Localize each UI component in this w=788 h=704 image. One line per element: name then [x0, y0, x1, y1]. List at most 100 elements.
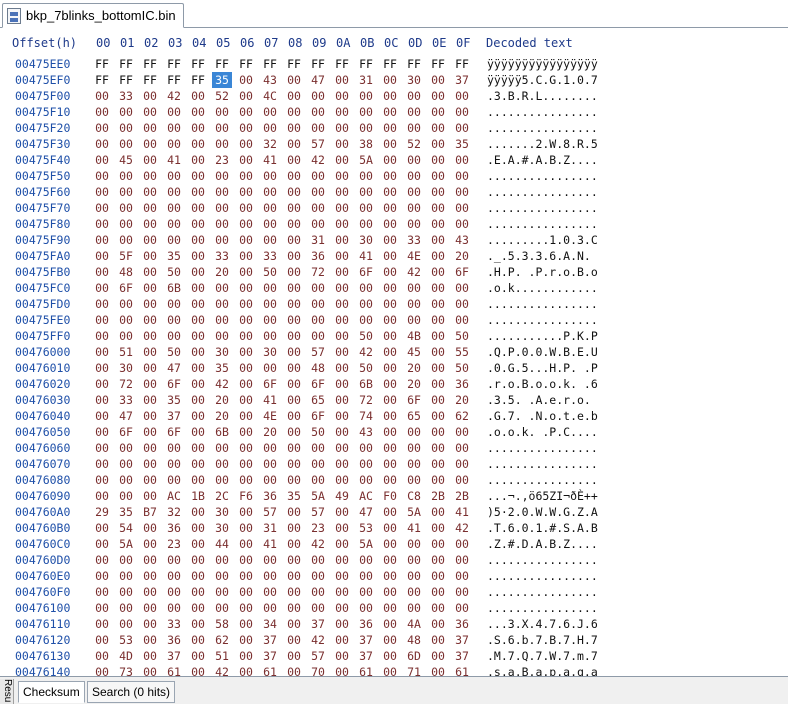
hex-byte[interactable]: 37: [452, 72, 472, 88]
hex-byte[interactable]: 00: [404, 552, 424, 568]
hex-byte[interactable]: 72: [116, 376, 136, 392]
decoded-text[interactable]: ................: [487, 568, 598, 584]
hex-byte[interactable]: 53: [116, 632, 136, 648]
hex-byte[interactable]: 00: [428, 520, 448, 536]
hex-byte[interactable]: 00: [188, 216, 208, 232]
hex-byte[interactable]: 00: [380, 616, 400, 632]
hex-byte[interactable]: 4C: [260, 88, 280, 104]
hex-byte[interactable]: 00: [380, 232, 400, 248]
hex-byte[interactable]: 00: [332, 248, 352, 264]
hex-byte[interactable]: 00: [164, 232, 184, 248]
hex-byte[interactable]: 00: [236, 376, 256, 392]
hex-byte[interactable]: 00: [380, 456, 400, 472]
hex-byte[interactable]: 00: [284, 584, 304, 600]
hex-byte[interactable]: 65: [308, 392, 328, 408]
hex-byte[interactable]: 20: [404, 360, 424, 376]
hex-byte[interactable]: 00: [92, 568, 112, 584]
hex-byte[interactable]: 6F: [308, 408, 328, 424]
hex-byte[interactable]: 00: [92, 472, 112, 488]
hex-byte[interactable]: 00: [188, 248, 208, 264]
hex-byte[interactable]: 00: [284, 408, 304, 424]
hex-byte[interactable]: 00: [116, 600, 136, 616]
hex-byte[interactable]: AC: [356, 488, 376, 504]
hex-byte[interactable]: 6B: [212, 424, 232, 440]
hex-byte[interactable]: 00: [260, 168, 280, 184]
hex-byte[interactable]: 58: [212, 616, 232, 632]
hex-byte[interactable]: 00: [428, 360, 448, 376]
hex-byte[interactable]: 00: [236, 568, 256, 584]
hex-byte[interactable]: 00: [140, 296, 160, 312]
hex-byte[interactable]: 00: [452, 120, 472, 136]
hex-byte[interactable]: 00: [212, 104, 232, 120]
hex-byte[interactable]: 36: [452, 616, 472, 632]
decoded-text[interactable]: .........1.0.3.C: [487, 232, 598, 248]
hex-byte[interactable]: AC: [164, 488, 184, 504]
hex-byte[interactable]: 00: [140, 584, 160, 600]
hex-byte[interactable]: 57: [308, 136, 328, 152]
hex-byte[interactable]: 00: [188, 376, 208, 392]
hex-byte[interactable]: 00: [284, 264, 304, 280]
hex-byte[interactable]: 00: [428, 424, 448, 440]
hex-byte[interactable]: 00: [260, 280, 280, 296]
hex-byte[interactable]: 37: [452, 648, 472, 664]
decoded-text[interactable]: .M.7.Q.7.W.7.m.7: [487, 648, 598, 664]
hex-byte[interactable]: 30: [356, 232, 376, 248]
hex-byte[interactable]: 00: [236, 408, 256, 424]
hex-byte[interactable]: 00: [404, 424, 424, 440]
hex-byte[interactable]: 00: [428, 632, 448, 648]
hex-byte[interactable]: 00: [188, 88, 208, 104]
hex-byte[interactable]: 71: [404, 664, 424, 676]
hex-byte[interactable]: 6F: [260, 376, 280, 392]
hex-byte[interactable]: 2C: [212, 488, 232, 504]
hex-byte[interactable]: 00: [332, 648, 352, 664]
hex-byte[interactable]: 6F: [164, 424, 184, 440]
hex-byte[interactable]: 62: [452, 408, 472, 424]
hex-byte[interactable]: 00: [164, 440, 184, 456]
hex-byte[interactable]: 00: [92, 520, 112, 536]
hex-byte[interactable]: 00: [164, 312, 184, 328]
hex-byte[interactable]: 00: [92, 184, 112, 200]
hex-byte[interactable]: 41: [356, 248, 376, 264]
hex-byte[interactable]: 00: [188, 472, 208, 488]
hex-byte[interactable]: 43: [452, 232, 472, 248]
hex-byte[interactable]: 00: [284, 280, 304, 296]
hex-byte[interactable]: 00: [380, 328, 400, 344]
hex-byte[interactable]: 41: [404, 520, 424, 536]
hex-byte[interactable]: 00: [92, 296, 112, 312]
hex-byte[interactable]: 44: [212, 536, 232, 552]
hex-byte[interactable]: 00: [236, 312, 256, 328]
hex-byte[interactable]: 00: [116, 136, 136, 152]
hex-byte[interactable]: 45: [404, 344, 424, 360]
hex-byte[interactable]: 2B: [428, 488, 448, 504]
hex-byte[interactable]: 00: [284, 504, 304, 520]
hex-byte[interactable]: 4B: [404, 328, 424, 344]
hex-byte[interactable]: 00: [92, 600, 112, 616]
hex-byte[interactable]: 00: [332, 168, 352, 184]
hex-byte[interactable]: 00: [164, 296, 184, 312]
hex-byte[interactable]: 00: [140, 200, 160, 216]
hex-byte[interactable]: 00: [332, 88, 352, 104]
hex-byte[interactable]: 00: [92, 616, 112, 632]
hex-byte[interactable]: 00: [236, 440, 256, 456]
hex-byte[interactable]: 00: [356, 120, 376, 136]
hex-byte[interactable]: 00: [380, 536, 400, 552]
hex-byte[interactable]: 47: [356, 504, 376, 520]
hex-byte[interactable]: 00: [356, 456, 376, 472]
hex-byte[interactable]: 00: [236, 424, 256, 440]
hex-byte[interactable]: 00: [428, 408, 448, 424]
hex-byte[interactable]: 00: [428, 648, 448, 664]
hex-byte[interactable]: 42: [452, 520, 472, 536]
hex-byte[interactable]: 00: [380, 664, 400, 676]
hex-byte[interactable]: 42: [308, 536, 328, 552]
hex-byte[interactable]: 00: [452, 552, 472, 568]
hex-byte[interactable]: 00: [380, 216, 400, 232]
hex-byte[interactable]: 00: [404, 104, 424, 120]
hex-byte[interactable]: 00: [92, 392, 112, 408]
hex-byte[interactable]: 00: [236, 216, 256, 232]
hex-byte[interactable]: 00: [356, 184, 376, 200]
hex-byte[interactable]: 32: [164, 504, 184, 520]
hex-byte[interactable]: 00: [92, 248, 112, 264]
hex-byte[interactable]: 50: [452, 360, 472, 376]
hex-byte[interactable]: 00: [92, 440, 112, 456]
hex-byte[interactable]: 00: [188, 600, 208, 616]
